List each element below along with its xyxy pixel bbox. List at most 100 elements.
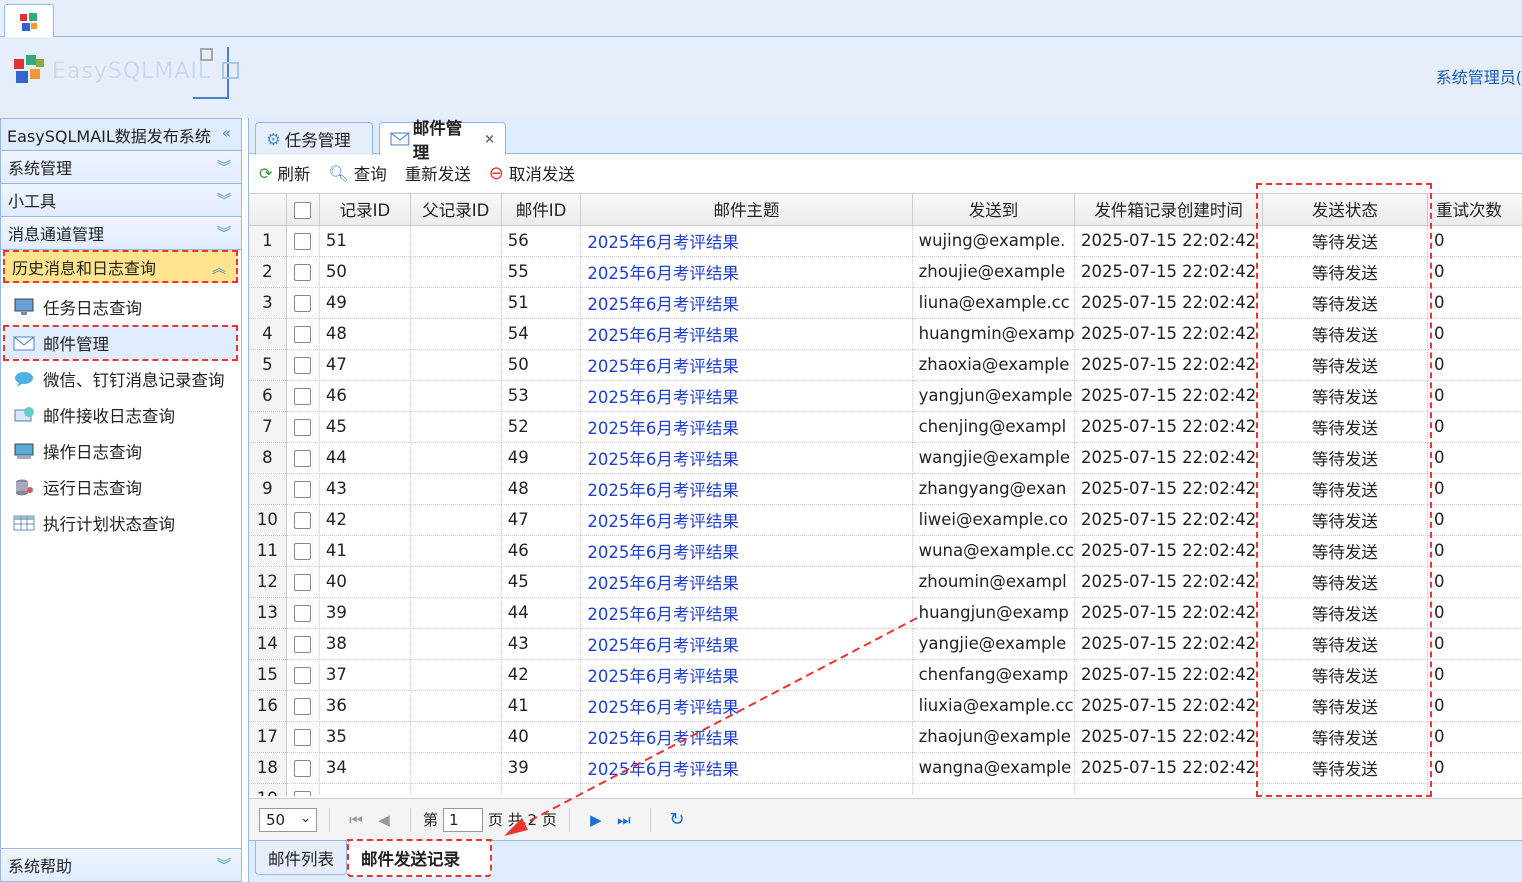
recipient-cell: zhaoxia@example — [912, 349, 1076, 381]
sidebar-item-plan-status[interactable]: 执行计划状态查询 — [1, 505, 241, 541]
prev-page-icon[interactable]: ◀ — [370, 811, 398, 829]
row-checkbox[interactable] — [286, 659, 320, 691]
last-page-icon[interactable]: ⏭ — [610, 811, 638, 829]
row-checkbox[interactable] — [286, 566, 320, 598]
column-header[interactable]: 父记录ID — [410, 194, 502, 226]
mail-subject-link[interactable]: 2025年6月考评结果 — [580, 504, 913, 536]
column-header[interactable]: 邮件主题 — [580, 194, 913, 226]
table-row[interactable]: 18 34 39 2025年6月考评结果 wangna@example 2025-07-1… — [249, 752, 1522, 784]
sidebar-item-task-log[interactable]: 任务日志查询 — [1, 289, 241, 325]
row-checkbox[interactable] — [286, 411, 320, 443]
row-checkbox[interactable] — [286, 473, 320, 505]
sidebar-group-history[interactable]: 历史消息和日志查询 ︽ — [3, 250, 238, 283]
column-header[interactable]: 邮件ID — [501, 194, 582, 226]
current-user[interactable]: 系统管理员( — [1436, 64, 1522, 88]
table-row[interactable]: 13 39 44 2025年6月考评结果 huangjun@examp 2025-07-1… — [249, 597, 1522, 629]
mail-subject-link[interactable]: 2025年6月考评结果 — [580, 349, 913, 381]
collapse-left-icon[interactable]: « — [222, 124, 231, 142]
row-checkbox[interactable] — [286, 225, 320, 257]
tab-mail-send-records[interactable]: 邮件发送记录 — [347, 839, 492, 877]
table-row[interactable]: 15 37 42 2025年6月考评结果 chenfang@examp 2025-07-1… — [249, 659, 1522, 691]
table-row[interactable]: 19 — [249, 783, 1522, 796]
sidebar-item-operation-log[interactable]: 操作日志查询 — [1, 433, 241, 469]
close-icon[interactable]: × — [484, 132, 495, 147]
mail-subject-link[interactable]: 2025年6月考评结果 — [580, 380, 913, 412]
mail-subject-link[interactable]: 2025年6月考评结果 — [580, 535, 913, 567]
row-checkbox[interactable] — [286, 752, 320, 784]
row-checkbox[interactable] — [286, 597, 320, 629]
table-row[interactable]: 7 45 52 2025年6月考评结果 chenjing@exampl 2025-07-1… — [249, 411, 1522, 443]
table-row[interactable]: 1 51 56 2025年6月考评结果 wujing@example. 2025-07-1… — [249, 225, 1522, 257]
row-checkbox[interactable] — [286, 442, 320, 474]
column-header[interactable]: 发送状态 — [1262, 194, 1428, 226]
app-tab[interactable] — [4, 4, 54, 38]
first-page-icon[interactable]: ⏮ — [342, 811, 370, 829]
sidebar-group-channels[interactable]: 消息通道管理 ︾ — [1, 217, 241, 250]
row-checkbox[interactable] — [286, 318, 320, 350]
row-checkbox[interactable] — [286, 783, 320, 796]
tab-task-manage[interactable]: ⚙ 任务管理 — [255, 122, 373, 155]
mail-subject-link[interactable]: 2025年6月考评结果 — [580, 442, 913, 474]
column-header[interactable]: 发件箱记录创建时间 — [1074, 194, 1263, 226]
table-row[interactable]: 6 46 53 2025年6月考评结果 yangjun@example 2025-07-1… — [249, 380, 1522, 412]
table-row[interactable]: 9 43 48 2025年6月考评结果 zhangyang@exan 2025-07-15… — [249, 473, 1522, 505]
mail-subject-link[interactable]: 2025年6月考评结果 — [580, 659, 913, 691]
table-row[interactable]: 11 41 46 2025年6月考评结果 wuna@example.cc 2025-07-… — [249, 535, 1522, 567]
cancel-send-button[interactable]: ⊖ 取消发送 — [489, 161, 575, 185]
sidebar-group-system[interactable]: 系统管理 ︾ — [1, 151, 241, 184]
sidebar-item-wechat-log[interactable]: 微信、钉钉消息记录查询 — [1, 361, 241, 397]
mail-subject-link[interactable]: 2025年6月考评结果 — [580, 411, 913, 443]
table-row[interactable]: 2 50 55 2025年6月考评结果 zhoujie@example 2025-07-1… — [249, 256, 1522, 288]
mail-subject-link[interactable]: 2025年6月考评结果 — [580, 597, 913, 629]
sidebar-item-mail-manage[interactable]: 邮件管理 — [3, 325, 238, 361]
row-checkbox[interactable] — [286, 535, 320, 567]
row-checkbox[interactable] — [286, 256, 320, 288]
row-checkbox[interactable] — [286, 721, 320, 753]
column-header[interactable]: 记录ID — [319, 194, 411, 226]
mail-subject-link[interactable]: 2025年6月考评结果 — [580, 628, 913, 660]
table-row[interactable]: 12 40 45 2025年6月考评结果 zhoumin@exampl 2025-07-1… — [249, 566, 1522, 598]
tab-mail-list[interactable]: 邮件列表 — [255, 841, 347, 875]
mail-subject-link[interactable]: 2025年6月考评结果 — [580, 225, 913, 257]
sidebar-group-tools[interactable]: 小工具 ︾ — [1, 184, 241, 217]
column-header[interactable]: 重试次数 — [1427, 194, 1522, 226]
row-checkbox[interactable] — [286, 287, 320, 319]
table-row[interactable]: 3 49 51 2025年6月考评结果 liuna@example.cc 2025-07-… — [249, 287, 1522, 319]
send-status-cell: 等待发送 — [1262, 597, 1428, 629]
mail-subject-link[interactable]: 2025年6月考评结果 — [580, 287, 913, 319]
table-row[interactable]: 10 42 47 2025年6月考评结果 liwei@example.co 2025-07… — [249, 504, 1522, 536]
row-checkbox[interactable] — [286, 349, 320, 381]
select-all-checkbox[interactable] — [286, 194, 320, 226]
reload-icon[interactable]: ↻ — [663, 809, 691, 830]
sidebar-item-run-log[interactable]: 运行日志查询 — [1, 469, 241, 505]
resend-button[interactable]: 重新发送 — [405, 161, 471, 185]
next-page-icon[interactable]: ▶ — [582, 811, 610, 829]
column-header[interactable]: 发送到 — [912, 194, 1076, 226]
mail-subject-link[interactable]: 2025年6月考评结果 — [580, 473, 913, 505]
mail-subject-link[interactable]: 2025年6月考评结果 — [580, 318, 913, 350]
mail-subject-link[interactable]: 2025年6月考评结果 — [580, 690, 913, 722]
tab-mail-manage[interactable]: 邮件管理 × — [379, 119, 506, 162]
table-row[interactable]: 16 36 41 2025年6月考评结果 liuxia@example.cc 2025-0… — [249, 690, 1522, 722]
row-checkbox[interactable] — [286, 690, 320, 722]
table-row[interactable]: 4 48 54 2025年6月考评结果 huangmin@examp 2025-07-15… — [249, 318, 1522, 350]
table-row[interactable]: 14 38 43 2025年6月考评结果 yangjie@example 2025-07-… — [249, 628, 1522, 660]
mail-subject-link[interactable]: 2025年6月考评结果 — [580, 721, 913, 753]
sidebar-item-mail-receive-log[interactable]: 邮件接收日志查询 — [1, 397, 241, 433]
row-checkbox[interactable] — [286, 504, 320, 536]
table-row[interactable]: 8 44 49 2025年6月考评结果 wangjie@example 2025-07-1… — [249, 442, 1522, 474]
sidebar-group-help[interactable]: 系统帮助 ︾ — [1, 848, 241, 881]
envelope-icon — [13, 336, 35, 351]
refresh-button[interactable]: ⟳ 刷新 — [259, 161, 310, 185]
page-size-select[interactable]: 50 ⌄ — [259, 807, 317, 832]
mail-subject-link[interactable]: 2025年6月考评结果 — [580, 256, 913, 288]
row-checkbox[interactable] — [286, 380, 320, 412]
table-row[interactable]: 5 47 50 2025年6月考评结果 zhaoxia@example 2025-07-1… — [249, 349, 1522, 381]
row-checkbox[interactable] — [286, 628, 320, 660]
mail-subject-link[interactable]: 2025年6月考评结果 — [580, 752, 913, 784]
table-row[interactable]: 17 35 40 2025年6月考评结果 zhaojun@example 2025-07-… — [249, 721, 1522, 753]
mail-subject-link[interactable] — [580, 783, 913, 796]
query-button[interactable]: 🔍︎ 查询 — [328, 161, 386, 185]
mail-subject-link[interactable]: 2025年6月考评结果 — [580, 566, 913, 598]
page-number-input[interactable]: 1 — [443, 807, 484, 832]
